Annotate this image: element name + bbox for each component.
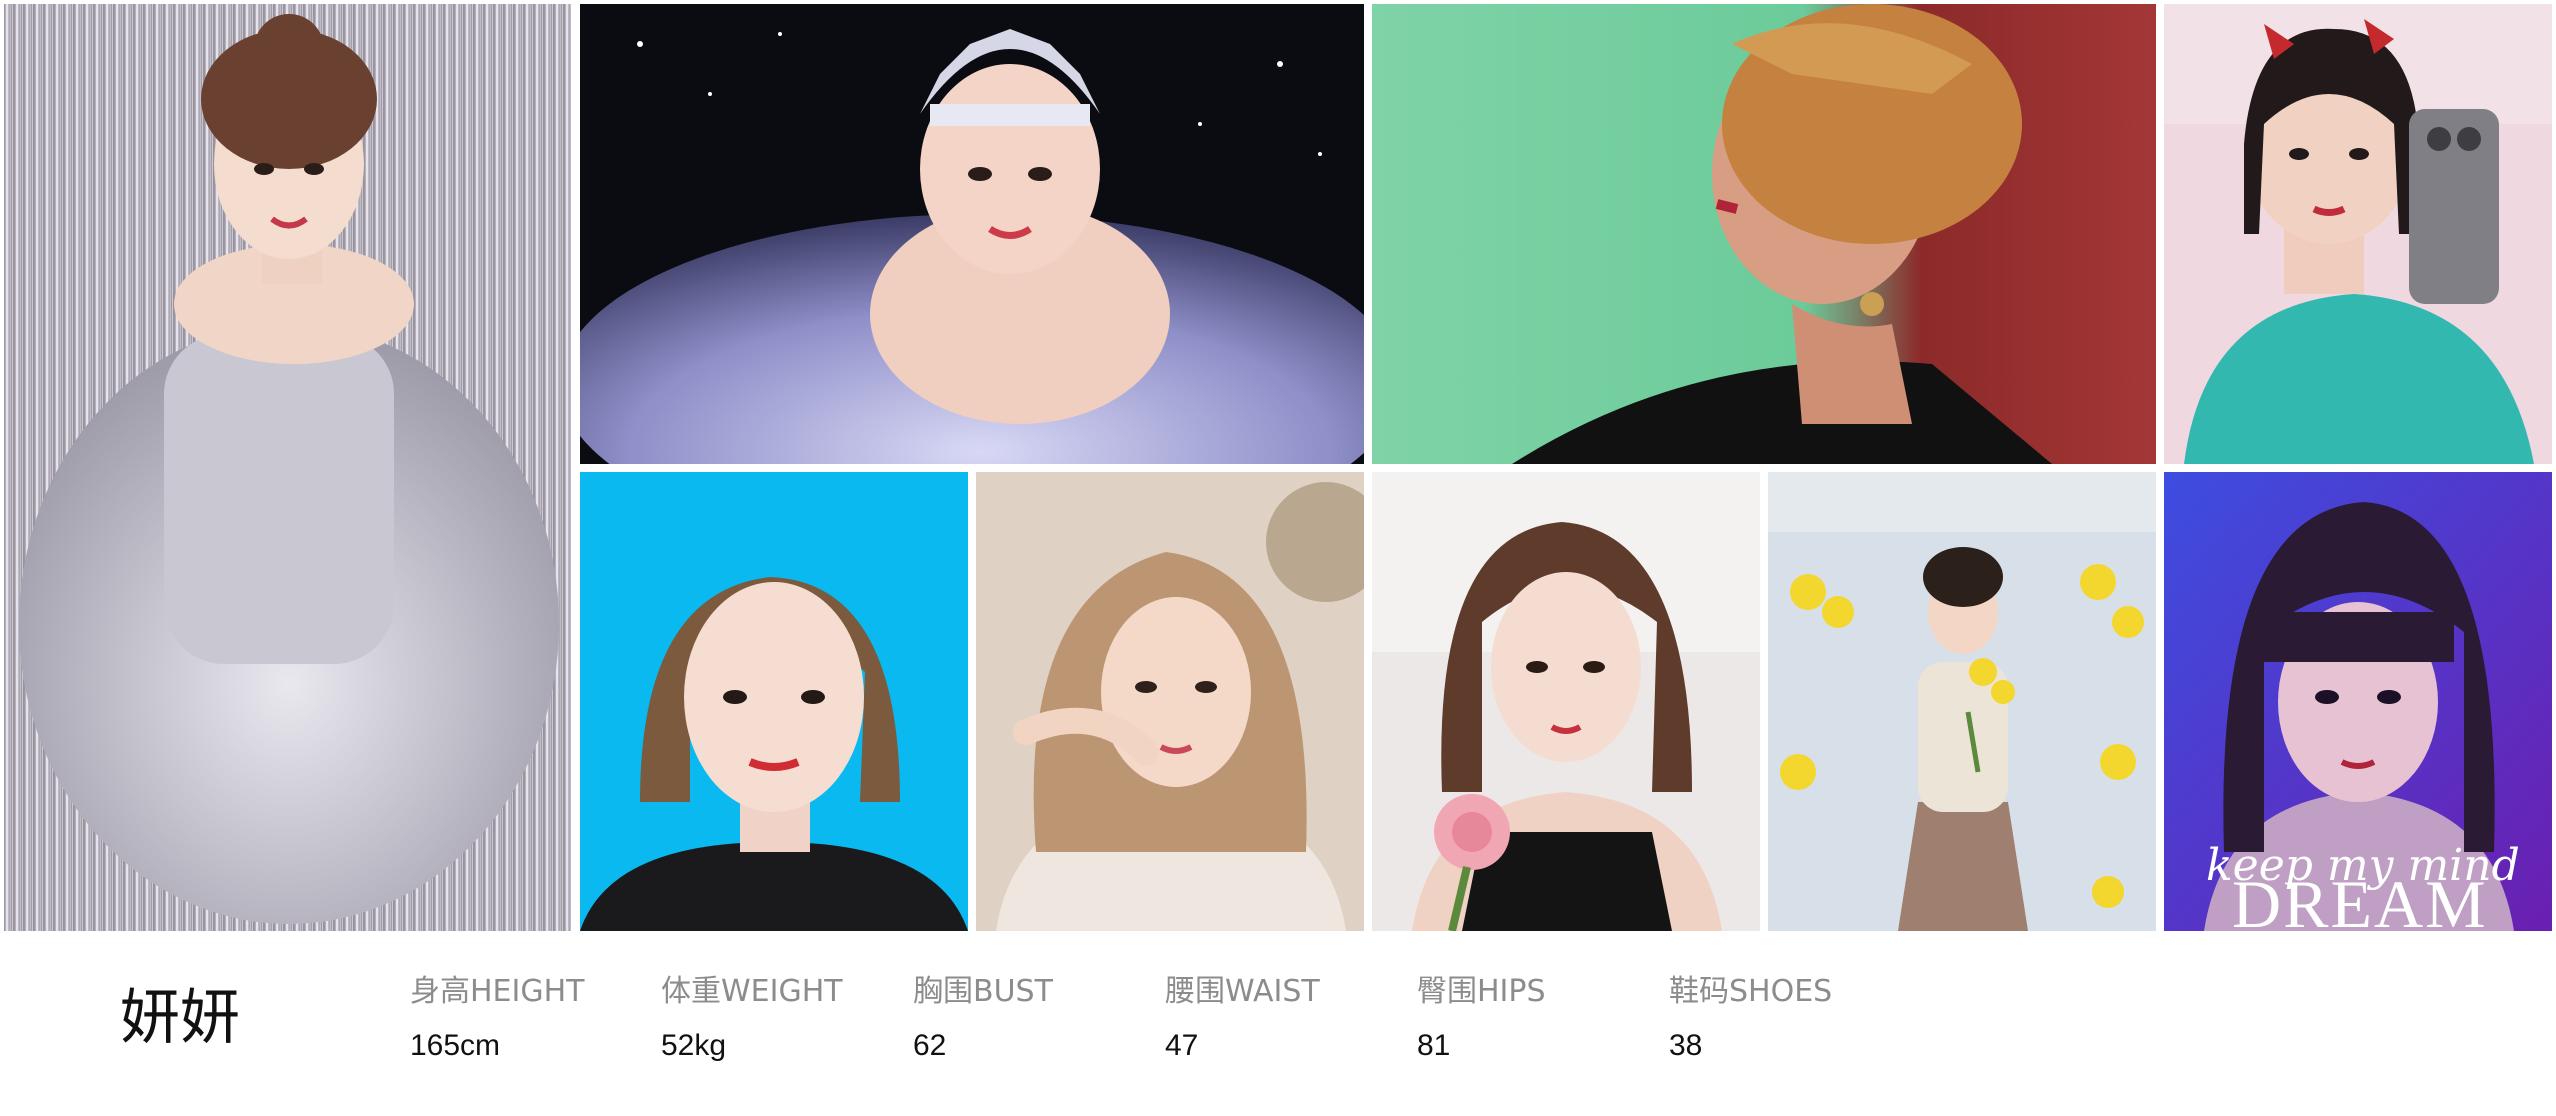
photo-yellow-flowers-image [1768, 472, 2156, 931]
photo-dream-blue[interactable]: keep my mind DREAM [2164, 472, 2552, 931]
photo-mirror-selfie[interactable] [2164, 4, 2552, 464]
dream-overlay: keep my mind DREAM [2206, 840, 2520, 931]
photo-yellow-flowers[interactable] [1768, 472, 2156, 931]
model-info-bar: 妍妍 身高HEIGHT 165cm 体重WEIGHT 52kg 胸围BUST 6… [0, 935, 2556, 1116]
stat-hips: 臀围HIPS 81 [1417, 977, 1657, 1061]
stat-value: 47 [1165, 1029, 1199, 1062]
photo-pink-rose-image [1372, 472, 1760, 931]
stat-label: 鞋码SHOES [1669, 974, 1833, 1009]
stat-label: 体重WEIGHT [661, 974, 843, 1009]
photo-wavy-hair[interactable] [976, 472, 1364, 931]
stat-value: 52kg [661, 1029, 727, 1062]
photo-pink-rose[interactable] [1372, 472, 1760, 931]
stat-shoes: 鞋码SHOES 38 [1669, 977, 1909, 1061]
stat-height: 身高HEIGHT 165cm [410, 977, 650, 1061]
photo-id-portrait-image [580, 472, 968, 931]
stat-label: 胸围BUST [913, 974, 1053, 1009]
stat-value: 165cm [410, 1029, 501, 1062]
stat-value: 81 [1417, 1029, 1451, 1062]
photo-feather-gown[interactable] [4, 4, 571, 931]
stat-label: 臀围HIPS [1417, 974, 1546, 1009]
stat-bust: 胸围BUST 62 [913, 977, 1153, 1061]
stat-label: 身高HEIGHT [410, 974, 585, 1009]
overlay-dream: DREAM [2232, 866, 2488, 931]
stat-label: 腰围WAIST [1165, 974, 1320, 1009]
photo-id-portrait[interactable] [580, 472, 968, 931]
photo-feather-gown-image [4, 4, 571, 931]
model-name: 妍妍 [120, 983, 240, 1053]
stat-waist: 腰围WAIST 47 [1165, 977, 1405, 1061]
photo-profile-green[interactable] [1372, 4, 2156, 464]
photo-profile-green-image [1372, 4, 2156, 464]
photo-crown-sparkle[interactable] [580, 4, 1364, 464]
photo-crown-sparkle-image [580, 4, 1364, 464]
stat-weight: 体重WEIGHT 52kg [661, 977, 901, 1061]
stat-value: 62 [913, 1029, 947, 1062]
stat-value: 38 [1669, 1029, 1703, 1062]
photo-grid: keep my mind DREAM [0, 0, 2556, 935]
photo-mirror-selfie-image [2164, 4, 2552, 464]
photo-wavy-hair-image [976, 472, 1364, 931]
